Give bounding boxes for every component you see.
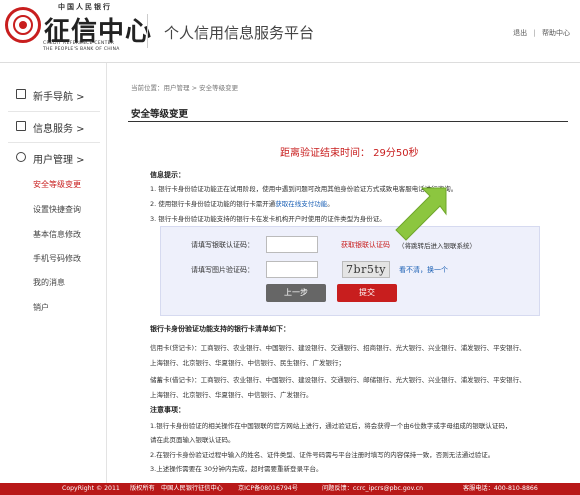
tip-2: 2. 使用银行卡身份验证功能的银行卡需开通获取在线支付功能。 — [150, 198, 334, 208]
online-payment-link[interactable]: 获取在线支付功能 — [275, 200, 327, 208]
bank-list-heading: 银行卡身份验证功能支持的银行卡清单如下： — [150, 325, 290, 333]
title-divider — [128, 121, 568, 122]
sidebar-item-phone-number[interactable]: 手机号码修改 — [33, 253, 81, 264]
footer-copyright: CopyRight © 2011 — [62, 485, 120, 492]
nav-user-management-label: 用户管理 > — [33, 155, 85, 166]
tips-heading: 信息提示： — [150, 171, 185, 179]
credit-center-logo-icon — [5, 7, 41, 43]
sidebar-item-my-messages[interactable]: 我的消息 — [33, 277, 65, 288]
unionpay-code-label: 请填写银联认证码： — [191, 241, 254, 249]
note-1-continued: 请在此页面输入银联认证码。 — [150, 436, 235, 444]
help-center-link[interactable]: 帮助中心 — [542, 28, 570, 38]
captcha-input[interactable] — [266, 261, 318, 278]
header-divider — [147, 14, 148, 48]
logout-link[interactable]: 退出 — [513, 28, 527, 38]
user-icon — [16, 152, 26, 162]
credit-card-banks-line2: 上海银行、北京银行、华夏银行、中信银行、民生银行、广发银行； — [150, 359, 345, 367]
debit-card-banks-line2: 上海银行、北京银行、华夏银行、中信银行、广发银行。 — [150, 391, 313, 399]
captcha-image: 7br5ty — [342, 261, 390, 278]
tip-3: 3. 银行卡身份验证功能支持的银行卡在发卡机构开户时使用的证件类型为身份证。 — [150, 215, 386, 223]
captcha-label: 请填写图片验证码： — [191, 266, 254, 274]
captcha-refresh-link[interactable]: 看不清，换一个 — [399, 265, 448, 275]
tip-2-suffix: 。 — [327, 200, 334, 208]
submit-button[interactable]: 提交 — [337, 284, 397, 302]
nav-information-service[interactable]: 信息服务 > — [0, 112, 107, 142]
breadcrumb: 当前位置：用户管理 > 安全等级变更 — [131, 84, 239, 92]
document-icon — [16, 121, 26, 131]
credit-card-banks-line1: 信用卡(贷记卡)：工商银行、农业银行、中国银行、建设银行、交通银行、招商银行、光… — [150, 344, 526, 352]
footer-feedback: 问题反馈：ccrc_ipcrs@pbc.gov.cn — [322, 485, 424, 492]
verification-form: 请填写银联认证码： 获取银联认证码 （将跳转后进入银联系统） 请填写图片验证码：… — [160, 226, 540, 316]
header: 中国人民银行 征信中心 CREDIT REFERENCE CENTER THE … — [0, 0, 580, 63]
footer-hotline: 客服电话：400-810-8866 — [463, 485, 538, 492]
nav-user-management[interactable]: 用户管理 > — [0, 143, 107, 173]
sidebar-item-close-account[interactable]: 销户 — [33, 302, 49, 313]
sidebar-item-basic-info[interactable]: 基本信息修改 — [33, 229, 81, 240]
notes-heading: 注意事项： — [150, 406, 185, 414]
nav-newbie-guide[interactable]: 新手导航 > — [0, 80, 107, 110]
page-title: 安全等级变更 — [131, 109, 189, 120]
footer-owner: 中国人民银行征信中心 — [161, 485, 223, 492]
note-2: 2.在银行卡身份验证过程中输入的姓名、证件类型、证件号码需与平台注册时填写的内容… — [150, 451, 495, 459]
get-unionpay-code-link[interactable]: 获取银联认证码 — [341, 240, 390, 250]
note-1: 1.银行卡身份验证的相关操作在中国银联的官方网站上进行，通过验证后，将会获得一个… — [150, 422, 512, 430]
top-links: 退出 | 帮助中心 — [513, 28, 570, 38]
footer-rights: 版权所有 — [130, 485, 155, 492]
countdown-timer: 距离验证结束时间： 29分50秒 — [280, 148, 419, 159]
sidebar-item-quick-query[interactable]: 设置快捷查询 — [33, 204, 81, 215]
book-icon — [16, 89, 26, 99]
logo-english-line2: THE PEOPLE'S BANK OF CHINA — [43, 47, 120, 52]
sidebar: 新手导航 > 信息服务 > 用户管理 > 安全等级变更 设置快捷查询 基本信息修… — [0, 63, 107, 483]
link-separator: | — [533, 29, 536, 37]
debit-card-banks-line1: 储蓄卡(借记卡)：工商银行、农业银行、中国银行、建设银行、交通银行、邮储银行、光… — [150, 376, 526, 384]
logo-english-line1: CREDIT REFERENCE CENTER — [43, 41, 115, 46]
platform-title: 个人信用信息服务平台 — [164, 24, 315, 42]
sidebar-item-security-level[interactable]: 安全等级变更 — [33, 179, 81, 190]
footer: CopyRight © 2011 版权所有 中国人民银行征信中心 京ICP备08… — [0, 483, 580, 495]
unionpay-code-input[interactable] — [266, 236, 318, 253]
green-arrow-icon — [395, 187, 447, 241]
tip-2-prefix: 2. 使用银行卡身份验证功能的银行卡需开通 — [150, 200, 276, 208]
footer-icp: 京ICP备08016794号 — [238, 485, 298, 492]
nav-information-service-label: 信息服务 > — [33, 124, 85, 135]
nav-newbie-guide-label: 新手导航 > — [33, 92, 85, 103]
note-3: 3.上述操作需要在 30分钟内完成，超时需要重新登录平台。 — [150, 465, 323, 473]
previous-step-button[interactable]: 上一步 — [266, 284, 326, 302]
